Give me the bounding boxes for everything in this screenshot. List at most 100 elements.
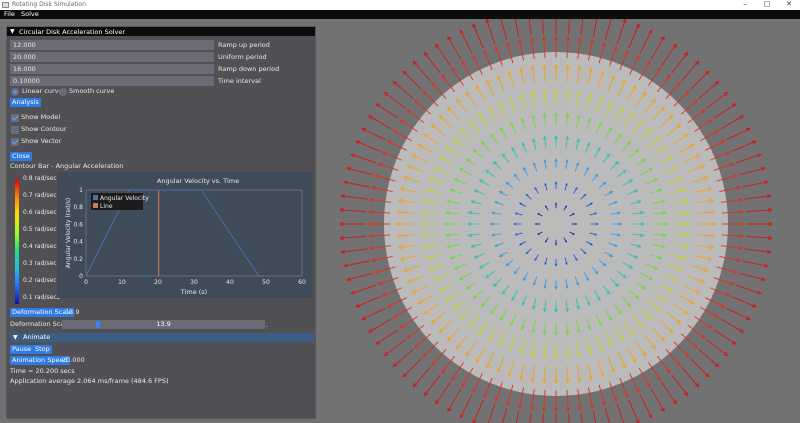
colorbar-label: 0.4 rad/sec2 xyxy=(23,243,61,250)
velocity-vector xyxy=(414,333,432,348)
time-interval-label: Time interval xyxy=(218,77,261,85)
velocity-vector xyxy=(720,318,744,333)
velocity-vector xyxy=(451,67,464,86)
disk-view[interactable] xyxy=(320,6,800,423)
stop-button[interactable]: Stop xyxy=(33,345,52,354)
velocity-vector xyxy=(384,91,406,109)
legend-label-line: Line xyxy=(100,203,113,210)
velocity-vector xyxy=(368,115,392,130)
velocity-vector xyxy=(671,374,689,396)
velocity-vector xyxy=(402,358,422,378)
velocity-vector xyxy=(665,82,680,100)
x-axis-label: Time (s) xyxy=(180,288,207,296)
velocity-vector xyxy=(527,9,532,36)
velocity-vector xyxy=(567,8,571,35)
velocity-vector xyxy=(487,404,496,423)
analysis-button[interactable]: Analysis xyxy=(10,98,41,107)
velocity-vector xyxy=(473,399,484,423)
animate-section-header[interactable]: ▼ Animate xyxy=(10,333,314,342)
colorbar-label: 0.3 rad/sec2 xyxy=(23,260,61,267)
velocity-vector xyxy=(726,127,751,141)
angular-velocity-chart: Angular Velocity vs. Time 0 10 20 30 40 50 60 0… xyxy=(57,172,312,298)
velocity-vector xyxy=(423,52,441,74)
velocity-vector xyxy=(423,341,439,357)
x-tick-label: 0 xyxy=(84,279,88,286)
velocity-vector xyxy=(406,109,425,123)
smooth-curve-radio[interactable] xyxy=(59,88,67,96)
y-tick-label: 0 xyxy=(79,273,83,280)
ramp-up-input[interactable]: 12.000 xyxy=(10,40,214,50)
colorbar-label: 0.5 rad/sec2 xyxy=(23,226,61,233)
y-tick-label: 1 xyxy=(79,187,83,194)
show-vector-label: Show Vector xyxy=(21,137,62,145)
ramp-down-input[interactable]: 16.000 xyxy=(10,64,214,74)
show-contour-checkbox[interactable] xyxy=(11,126,19,134)
velocity-vector xyxy=(432,82,447,100)
close-button[interactable]: Close xyxy=(10,152,32,161)
velocity-vector xyxy=(680,100,698,115)
velocity-vector xyxy=(343,181,370,188)
linear-curve-label: Linear curve xyxy=(22,87,63,95)
uniform-input[interactable]: 20.000 xyxy=(10,52,214,62)
velocity-vector xyxy=(673,341,689,357)
velocity-vector xyxy=(542,413,545,423)
deformation-scale-slider[interactable]: 13.9 xyxy=(62,320,265,329)
animation-speed-button[interactable]: Animation Speed xyxy=(10,356,70,365)
velocity-vector xyxy=(744,248,771,253)
velocity-vector xyxy=(690,358,710,378)
velocity-vector xyxy=(399,316,418,329)
show-contour-label: Show Contour xyxy=(21,125,67,133)
velocity-vector xyxy=(731,296,757,308)
velocity-vector xyxy=(346,167,373,176)
velocity-vector xyxy=(346,272,373,281)
velocity-vector xyxy=(736,154,761,164)
animation-speed-value: 20.000 xyxy=(62,356,85,364)
y-tick-label: 0.6 xyxy=(73,221,83,228)
panel-header[interactable]: ▼ Circular Disk Acceleration Solver xyxy=(7,27,315,36)
show-vector-checkbox[interactable] xyxy=(11,138,19,146)
velocity-vector xyxy=(384,339,406,357)
velocity-vector xyxy=(340,235,367,239)
contour-colorbar xyxy=(15,179,19,304)
menu-solve[interactable]: Solve xyxy=(21,10,39,19)
x-tick-label: 40 xyxy=(226,279,234,286)
uniform-label: Uniform period xyxy=(218,53,267,61)
linear-curve-radio[interactable] xyxy=(11,88,19,96)
velocity-vector xyxy=(694,119,713,132)
collapse-arrow-icon[interactable]: ▼ xyxy=(10,28,15,35)
velocity-vector xyxy=(742,260,769,267)
legend-swatch-line xyxy=(93,203,98,208)
velocity-vector xyxy=(393,81,414,99)
fps-readout: Application average 2.064 ms/frame (484.… xyxy=(10,377,169,385)
colorbar-label: 0.6 rad/sec2 xyxy=(23,209,61,216)
velocity-vector xyxy=(745,209,772,213)
time-interval-input[interactable]: 0.10000 xyxy=(10,76,214,86)
velocity-vector xyxy=(341,248,368,253)
velocity-vector xyxy=(451,362,464,381)
velocity-vector xyxy=(355,296,381,308)
velocity-vector xyxy=(739,272,766,281)
velocity-vector xyxy=(681,366,699,387)
velocity-vector xyxy=(639,29,653,54)
velocity-vector xyxy=(361,127,386,141)
velocity-vector xyxy=(726,307,751,321)
colorbar-label: 0.2 rad/sec2 xyxy=(23,277,61,284)
window-titlebar: Rotating Disk Simulation – □ ✕ xyxy=(0,0,800,10)
maximize-icon[interactable]: □ xyxy=(757,0,777,10)
x-tick-label: 50 xyxy=(262,279,270,286)
velocity-vector xyxy=(604,407,610,423)
show-model-checkbox[interactable] xyxy=(11,114,19,122)
colorbar-label: 0.8 rad/sec2 xyxy=(23,175,61,182)
minimize-icon[interactable]: – xyxy=(735,0,755,10)
velocity-vector xyxy=(529,412,532,423)
pause-button[interactable]: Pause xyxy=(10,345,34,354)
velocity-vector xyxy=(650,36,665,60)
close-icon[interactable]: ✕ xyxy=(779,0,799,10)
velocity-vector xyxy=(402,70,422,90)
velocity-vector xyxy=(706,91,728,109)
velocity-vector xyxy=(681,61,699,82)
menu-file[interactable]: File xyxy=(4,10,15,19)
collapse-arrow-icon[interactable]: ▼ xyxy=(13,334,18,341)
velocity-vector xyxy=(580,412,583,423)
velocity-vector xyxy=(441,74,455,93)
